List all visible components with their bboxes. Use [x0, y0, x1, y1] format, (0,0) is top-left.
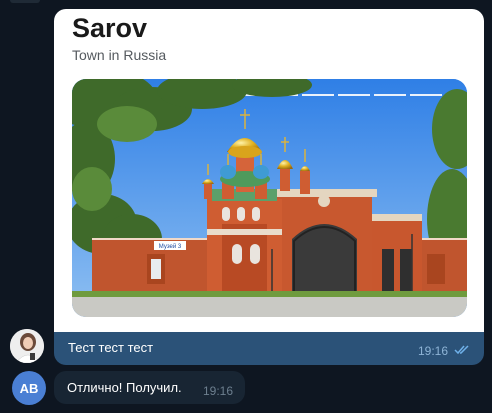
message-text: Отлично! Получил. — [67, 380, 182, 395]
link-preview-card[interactable]: Sarov Town in Russia Музей 3 — [54, 9, 484, 335]
double-check-icon — [454, 345, 469, 355]
message-time: 19:16 — [417, 344, 448, 358]
message-time: 19:16 — [202, 384, 233, 398]
message-text: Тест тест тест — [68, 340, 154, 355]
building-sign: Музей 3 — [159, 243, 182, 250]
sender-avatar-photo[interactable] — [10, 329, 44, 363]
user-photo-icon — [10, 329, 44, 363]
previous-message-edge — [0, 0, 492, 9]
preview-image[interactable]: Музей 3 — [72, 79, 467, 317]
incoming-message-bubble[interactable]: Отлично! Получил. 19:16 — [54, 371, 245, 404]
avatar-ab[interactable]: AB — [12, 371, 46, 405]
preview-title: Sarov — [72, 13, 148, 43]
cathedral-photo: Музей 3 — [72, 79, 467, 317]
previous-avatar-edge — [10, 0, 40, 3]
preview-subtitle: Town in Russia — [72, 47, 167, 63]
outgoing-message-bubble[interactable]: Тест тест тест 19:16 — [54, 332, 484, 365]
